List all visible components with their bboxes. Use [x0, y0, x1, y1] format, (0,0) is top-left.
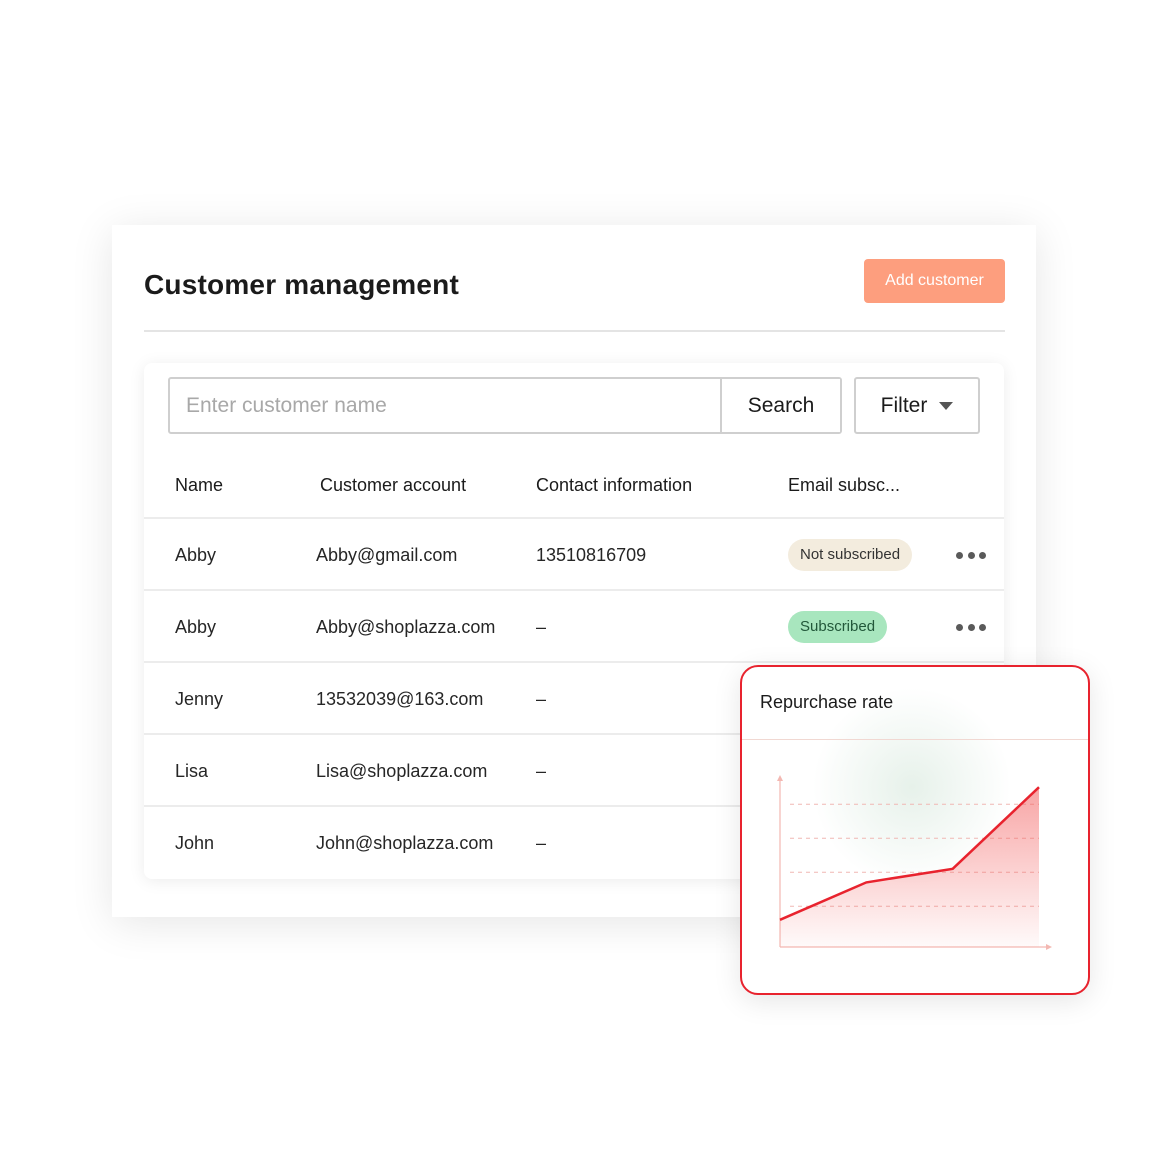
table-header: Name Customer account Contact informatio… [144, 453, 1004, 519]
cell-account: John@shoplazza.com [316, 833, 494, 853]
table-row[interactable]: Abby Abby@gmail.com 13510816709 Not subs… [144, 519, 1004, 591]
status-badge: Subscribed [788, 611, 888, 643]
search-bar: Search [168, 377, 842, 434]
more-options-icon[interactable] [956, 617, 986, 637]
cell-account: Abby@gmail.com [316, 545, 458, 565]
title-divider [144, 330, 1005, 332]
header-email-subscription: Email subsc... [788, 475, 901, 495]
cell-contact: – [536, 689, 547, 709]
filter-label: Filter [880, 393, 928, 417]
header-customer-account: Customer account [320, 475, 467, 495]
add-customer-button[interactable]: Add customer [864, 259, 1005, 303]
cell-contact: – [536, 761, 547, 781]
chevron-down-icon [939, 401, 954, 410]
cell-contact: – [536, 833, 547, 853]
status-badge: Not subscribed [788, 539, 913, 571]
cell-name: Jenny [175, 689, 224, 709]
cell-account: 13532039@163.com [316, 689, 484, 709]
chart-area-fill [780, 787, 1039, 947]
repurchase-rate-chart [777, 775, 1052, 950]
filter-dropdown[interactable]: Filter [854, 377, 980, 434]
cell-name: Abby [175, 617, 217, 637]
cell-name: Abby [175, 545, 217, 565]
cell-name: John [175, 833, 215, 853]
cell-account: Abby@shoplazza.com [316, 617, 496, 637]
cell-contact: 13510816709 [536, 545, 647, 565]
search-button[interactable]: Search [720, 379, 840, 432]
page-title: Customer management [144, 269, 459, 300]
x-axis-arrow [1046, 944, 1052, 950]
header-name: Name [175, 475, 224, 495]
repurchase-rate-card: Repurchase rate [740, 665, 1090, 995]
cell-name: Lisa [175, 761, 209, 781]
table-row[interactable]: Abby Abby@shoplazza.com – Subscribed [144, 591, 1004, 663]
search-input[interactable] [170, 379, 720, 432]
cell-contact: – [536, 617, 547, 637]
header-contact-information: Contact information [536, 475, 693, 495]
cell-account: Lisa@shoplazza.com [316, 761, 488, 781]
y-axis-arrow [777, 775, 783, 781]
more-options-icon[interactable] [956, 545, 986, 565]
